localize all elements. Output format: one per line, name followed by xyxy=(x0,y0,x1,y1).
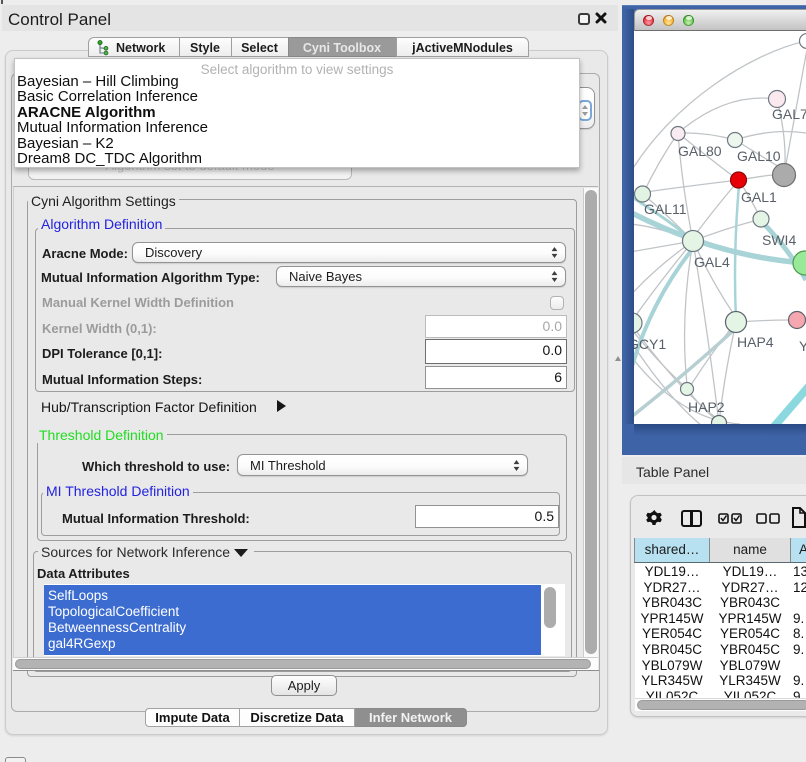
svg-text:GAL10: GAL10 xyxy=(737,148,781,164)
svg-text:GAL11: GAL11 xyxy=(644,201,687,217)
svg-text:GCY1: GCY1 xyxy=(634,336,666,352)
svg-text:GAL80: GAL80 xyxy=(678,143,722,159)
svg-text:GAL1: GAL1 xyxy=(741,189,777,205)
svg-text:HAP4: HAP4 xyxy=(737,334,774,350)
svg-text:HAP2: HAP2 xyxy=(688,399,725,415)
svg-text:SWI4: SWI4 xyxy=(762,232,796,248)
svg-text:GAL7: GAL7 xyxy=(772,106,806,122)
svg-text:Y: Y xyxy=(799,338,806,354)
svg-text:GAL4: GAL4 xyxy=(694,254,730,270)
